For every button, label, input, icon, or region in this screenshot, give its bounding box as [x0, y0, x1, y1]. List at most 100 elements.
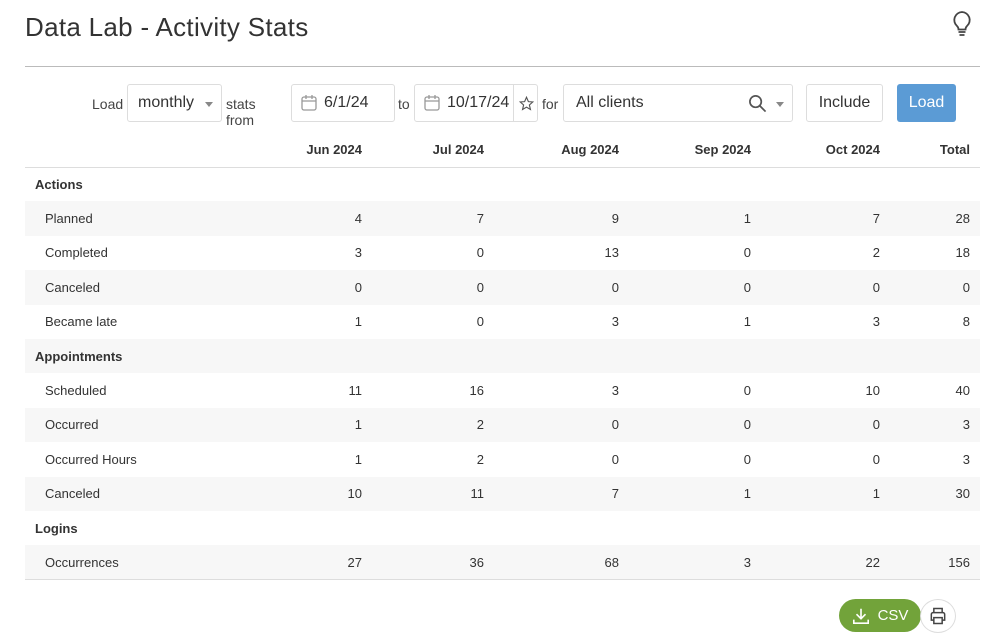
row-label: Occurrences [25, 545, 235, 581]
row-label: Canceled [25, 476, 235, 511]
section-row: Logins [25, 511, 980, 545]
cell-value: 0 [890, 270, 980, 305]
section-label: Actions [35, 176, 83, 192]
cell-value: 3 [629, 545, 761, 581]
to-date-value: 10/17/24 [447, 94, 510, 111]
cell-value: 10 [865, 383, 880, 399]
cell-value: 68 [494, 545, 629, 581]
cell-value: 0 [629, 407, 761, 443]
cell-value: 0 [611, 451, 619, 467]
load-label: Load [92, 96, 124, 112]
calendar-icon [424, 95, 440, 111]
cell-value: 9 [494, 201, 629, 236]
cell-value: 27 [235, 545, 372, 581]
lightbulb-icon[interactable] [950, 10, 974, 38]
cell-value: 7 [372, 201, 494, 236]
table-row: Planned 4 7 9 1 7 28 [25, 201, 980, 236]
to-label: to [398, 96, 410, 112]
cell-value: 22 [761, 545, 890, 581]
cell-value: 1 [235, 407, 372, 443]
cell-value: 13 [604, 245, 619, 261]
section-row: Actions [25, 167, 980, 201]
printer-icon [930, 607, 946, 625]
cell-value: 0 [743, 245, 751, 261]
cell-value: 0 [629, 270, 761, 305]
cell-value: 2 [476, 451, 484, 467]
table-row: Canceled 0 0 0 0 0 0 [25, 270, 980, 305]
stats-table: Jun 2024 Jul 2024 Aug 2024 Sep 2024 Oct 2024… [25, 133, 980, 581]
table-row: Completed 3 0 13 0 2 18 [25, 236, 980, 270]
cell-value: 1 [629, 201, 761, 236]
cell-value: 30 [890, 476, 980, 511]
divider [25, 66, 980, 67]
for-label: for [542, 96, 559, 112]
table-row: Occurrences 27 36 68 3 22 156 [25, 545, 980, 581]
cell-value: 3 [611, 383, 619, 399]
stats-from-label: stats from [226, 96, 256, 128]
cell-value: 156 [890, 545, 980, 581]
cell-value: 3 [890, 407, 980, 443]
star-icon[interactable] [513, 85, 538, 121]
cell-value: 0 [494, 270, 629, 305]
cell-value: 0 [372, 270, 494, 305]
section-label: Logins [35, 520, 78, 536]
cell-value: 18 [955, 245, 970, 261]
section-label: Appointments [25, 338, 980, 374]
clients-select[interactable]: All clients [563, 84, 793, 122]
cell-value: 1 [629, 476, 761, 511]
cell-value: 1 [743, 314, 751, 330]
cell-value: 11 [372, 476, 494, 511]
cell-value: 28 [890, 201, 980, 236]
csv-download-button[interactable]: CSV [839, 599, 921, 632]
row-label: Occurred [25, 407, 235, 443]
cell-value: 3 [872, 314, 880, 330]
cell-value: 16 [469, 383, 484, 399]
caret-down-icon [205, 102, 213, 107]
cell-value: 36 [372, 545, 494, 581]
row-label: Occurred Hours [45, 451, 137, 467]
cell-value: 1 [761, 476, 890, 511]
row-label: Became late [45, 314, 118, 330]
cell-value: 0 [743, 451, 751, 467]
cell-value: 0 [476, 245, 484, 261]
cell-value: 8 [962, 314, 970, 330]
cell-value: 1 [354, 451, 362, 467]
include-button[interactable]: Include [806, 84, 883, 122]
search-icon [749, 95, 767, 113]
row-label: Canceled [25, 270, 235, 305]
calendar-icon [301, 95, 317, 111]
row-label: Scheduled [45, 383, 107, 399]
cell-value: 3 [611, 314, 619, 330]
cell-value: 7 [761, 201, 890, 236]
cell-value: 7 [494, 476, 629, 511]
column-header: Total [890, 133, 980, 168]
period-select[interactable]: monthly [127, 84, 222, 122]
table-row: Became late 1 0 3 1 3 8 [25, 305, 980, 339]
section-row: Appointments [25, 338, 980, 374]
cell-value: 10 [235, 476, 372, 511]
cell-value: 0 [761, 270, 890, 305]
row-label: Completed [45, 245, 108, 261]
from-date-input[interactable]: 6/1/24 [291, 84, 395, 122]
period-value: monthly [138, 94, 195, 111]
load-button[interactable]: Load [897, 84, 956, 122]
cell-value: 0 [872, 451, 880, 467]
cell-value: 4 [235, 201, 372, 236]
table-row: Occurred Hours 1 2 0 0 0 3 [25, 442, 980, 476]
cell-value: 2 [372, 407, 494, 443]
caret-down-icon [776, 102, 784, 107]
page-title: Data Lab - Activity Stats [25, 12, 309, 42]
column-header: Sep 2024 [629, 133, 761, 168]
clients-value: All clients [576, 94, 644, 111]
column-header: Jul 2024 [372, 133, 494, 168]
table-row: Occurred 1 2 0 0 0 3 [25, 407, 980, 443]
print-button[interactable] [920, 599, 956, 633]
cell-value: 0 [743, 383, 751, 399]
download-icon [852, 608, 869, 624]
to-date-input[interactable]: 10/17/24 [414, 84, 538, 122]
cell-value: 3 [962, 451, 970, 467]
cell-value: 1 [354, 314, 362, 330]
column-header: Aug 2024 [494, 133, 629, 168]
cell-value: 3 [354, 245, 362, 261]
column-header: Jun 2024 [235, 133, 372, 168]
